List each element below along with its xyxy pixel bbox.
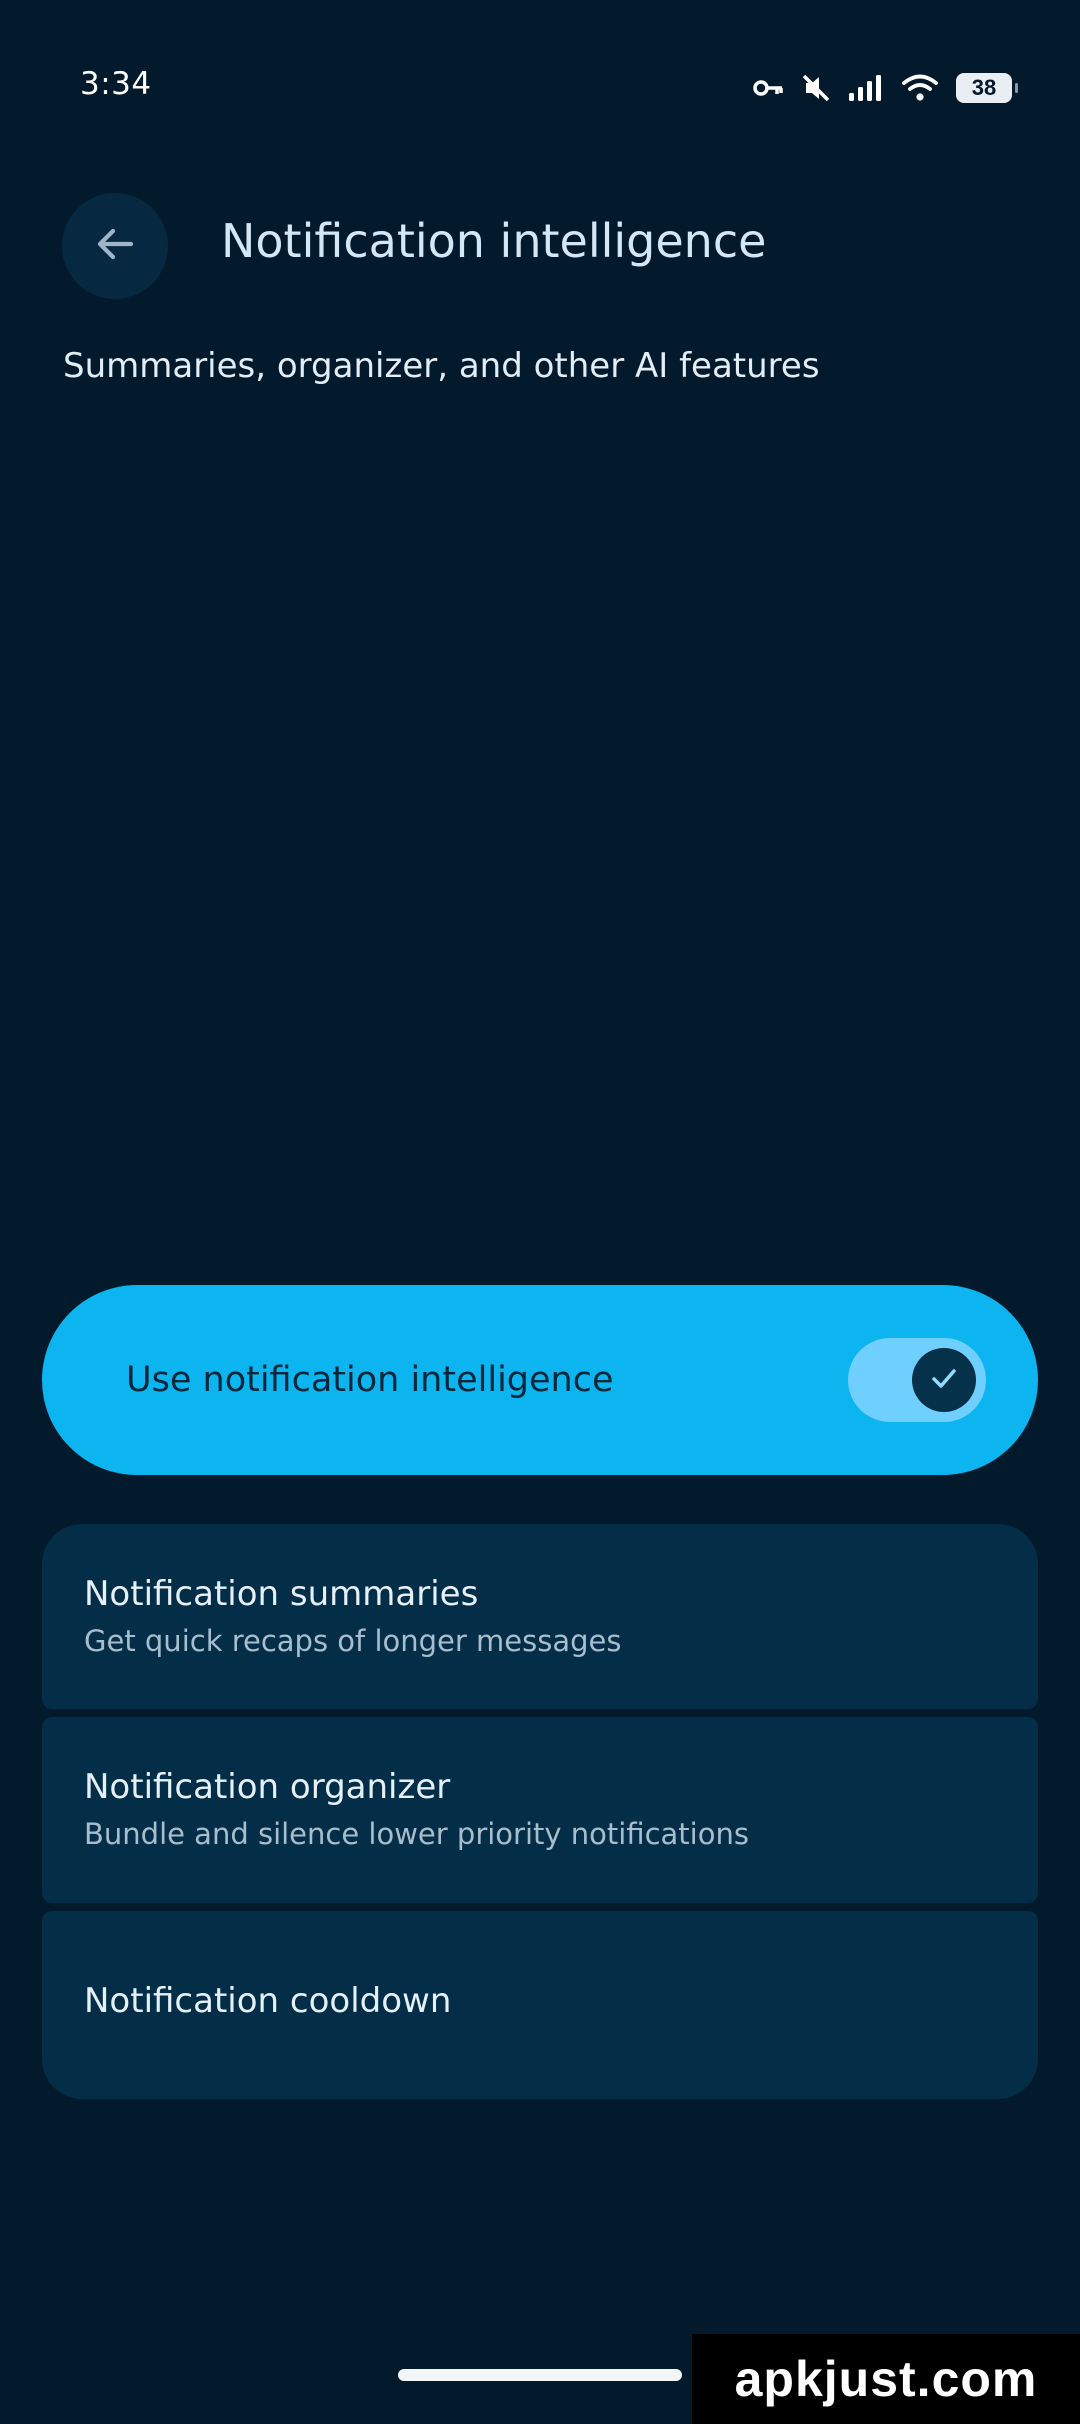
mute-icon [802,73,830,103]
back-button[interactable] [62,193,168,299]
use-notification-intelligence-toggle[interactable]: Use notification intelligence [42,1285,1038,1475]
page-subtitle: Summaries, organizer, and other AI featu… [63,346,820,386]
home-indicator[interactable] [398,2369,682,2381]
page-title: Notification intelligence [221,214,767,268]
item-description: Get quick recaps of longer messages [84,1624,622,1658]
status-time: 3:34 [80,66,152,102]
main-toggle-label: Use notification intelligence [126,1360,614,1400]
status-icons: 38 [752,68,1018,108]
vpn-key-icon [752,77,784,99]
signal-icon [848,74,884,102]
item-title: Notification organizer [84,1767,451,1807]
notification-summaries-item[interactable]: Notification summaries Get quick recaps … [42,1524,1038,1709]
check-icon [928,1362,960,1398]
arrow-left-icon [93,222,137,270]
switch[interactable] [848,1338,986,1422]
notification-organizer-item[interactable]: Notification organizer Bundle and silenc… [42,1717,1038,1903]
battery-icon: 38 [956,73,1018,103]
item-title: Notification summaries [84,1574,479,1614]
item-title: Notification cooldown [84,1981,452,2021]
wifi-icon [902,74,938,102]
watermark: apkjust.com [692,2334,1080,2424]
item-description: Bundle and silence lower priority notifi… [84,1817,749,1851]
switch-thumb [912,1348,976,1412]
notification-cooldown-item[interactable]: Notification cooldown [42,1911,1038,2099]
